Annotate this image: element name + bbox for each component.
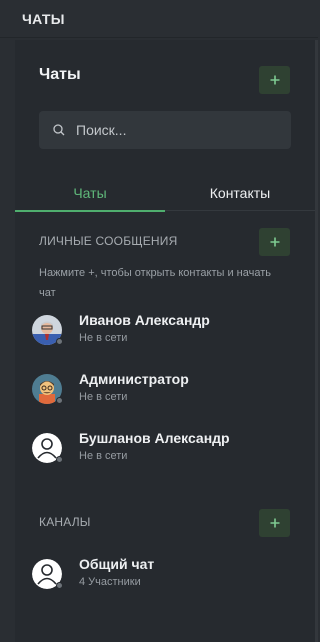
- tab-bar: Чаты Контакты: [15, 177, 315, 212]
- chat-item-name: Администратор: [79, 371, 189, 387]
- chat-item-status: Не в сети: [79, 450, 128, 462]
- chats-panel: Чаты Поиск... Чаты Контакты ЛИЧНЫЕ СООБЩ…: [15, 40, 315, 642]
- search-placeholder: Поиск...: [76, 122, 127, 138]
- top-bar: ЧАТЫ: [0, 0, 318, 38]
- tab-chats[interactable]: Чаты: [15, 185, 165, 201]
- offline-status-dot: [56, 582, 63, 589]
- offline-status-dot: [56, 397, 63, 404]
- plus-icon: [270, 518, 279, 528]
- channel-item-members: 4 Участники: [79, 576, 141, 588]
- offline-status-dot: [56, 338, 63, 345]
- app-title: ЧАТЫ: [22, 11, 65, 27]
- new-chat-button[interactable]: [259, 66, 290, 94]
- search-icon: [53, 124, 65, 136]
- chat-item-name: Бушланов Александр: [79, 430, 230, 446]
- channel-item-name: Общий чат: [79, 556, 155, 572]
- plus-icon: [270, 75, 279, 85]
- tab-contacts[interactable]: Контакты: [165, 185, 315, 201]
- chat-item-bushlanov[interactable]: Бушланов Александр Не в сети: [15, 430, 315, 483]
- offline-status-dot: [56, 456, 63, 463]
- active-tab-indicator: [15, 210, 165, 212]
- personal-hint: Нажмите +, чтобы открыть контакты и нача…: [39, 267, 271, 299]
- chat-item-ivanov[interactable]: Иванов Александр Не в сети: [15, 312, 315, 365]
- channels-heading: КАНАЛЫ: [39, 515, 91, 529]
- add-channel-button[interactable]: [259, 509, 290, 537]
- add-personal-chat-button[interactable]: [259, 228, 290, 256]
- search-input[interactable]: Поиск...: [39, 111, 291, 149]
- personal-messages-heading: ЛИЧНЫЕ СООБЩЕНИЯ: [39, 234, 178, 248]
- chat-item-status: Не в сети: [79, 391, 128, 403]
- chat-item-name: Иванов Александр: [79, 312, 210, 328]
- channel-item-general[interactable]: Общий чат 4 Участники: [15, 556, 315, 609]
- plus-icon: [270, 237, 279, 247]
- panel-title: Чаты: [39, 66, 81, 83]
- chat-item-admin[interactable]: Администратор Не в сети: [15, 371, 315, 424]
- chat-item-status: Не в сети: [79, 332, 128, 344]
